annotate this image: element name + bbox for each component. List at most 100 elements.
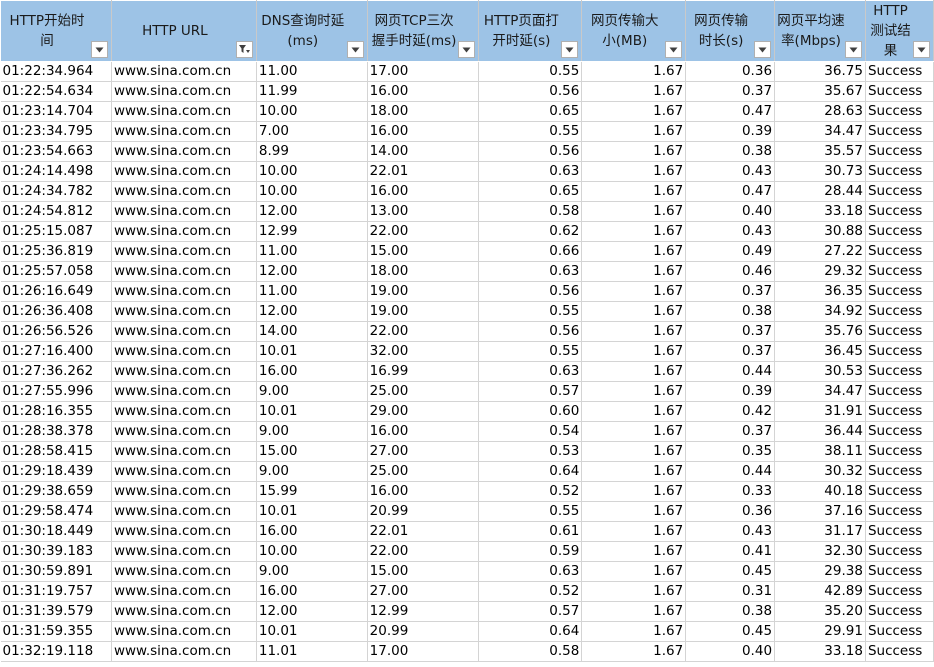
cell-page-open-delay[interactable]: 0.64	[478, 621, 583, 642]
column-header-dns-delay[interactable]: DNS查询时延(ms)	[255, 0, 368, 62]
cell-transfer-duration[interactable]: 0.37	[685, 321, 776, 342]
cell-http-url[interactable]: www.sina.com.cn	[111, 201, 257, 222]
cell-transfer-size[interactable]: 1.67	[581, 561, 687, 582]
cell-dns-delay[interactable]: 10.00	[256, 181, 368, 202]
cell-tcp-handshake-delay[interactable]: 16.00	[367, 81, 480, 102]
cell-tcp-handshake-delay[interactable]: 13.00	[367, 201, 480, 222]
cell-dns-delay[interactable]: 11.99	[256, 81, 368, 102]
cell-http-url[interactable]: www.sina.com.cn	[111, 161, 257, 182]
cell-start-time[interactable]: 01:23:54.663	[0, 141, 112, 162]
cell-tcp-handshake-delay[interactable]: 22.00	[367, 541, 480, 562]
column-header-transfer-duration[interactable]: 网页传输时长(s)	[685, 0, 776, 62]
filter-dropdown-icon[interactable]	[561, 41, 579, 58]
cell-dns-delay[interactable]: 15.00	[256, 441, 368, 462]
cell-transfer-size[interactable]: 1.67	[581, 101, 687, 122]
cell-transfer-duration[interactable]: 0.44	[685, 461, 776, 482]
cell-transfer-duration[interactable]: 0.38	[685, 601, 776, 622]
cell-transfer-size[interactable]: 1.67	[581, 421, 687, 442]
cell-dns-delay[interactable]: 11.01	[256, 641, 368, 662]
cell-start-time[interactable]: 01:31:39.579	[0, 601, 112, 622]
cell-transfer-size[interactable]: 1.67	[581, 361, 687, 382]
cell-dns-delay[interactable]: 10.01	[256, 401, 368, 422]
cell-tcp-handshake-delay[interactable]: 20.99	[367, 621, 480, 642]
cell-transfer-duration[interactable]: 0.49	[685, 241, 776, 262]
cell-test-result[interactable]: Success	[865, 481, 934, 502]
cell-page-open-delay[interactable]: 0.65	[478, 101, 583, 122]
cell-test-result[interactable]: Success	[865, 161, 934, 182]
cell-page-open-delay[interactable]: 0.53	[478, 441, 583, 462]
cell-start-time[interactable]: 01:28:16.355	[0, 401, 112, 422]
cell-avg-rate[interactable]: 36.45	[774, 341, 866, 362]
cell-dns-delay[interactable]: 11.00	[256, 281, 368, 302]
cell-http-url[interactable]: www.sina.com.cn	[111, 521, 257, 542]
cell-start-time[interactable]: 01:27:36.262	[0, 361, 112, 382]
cell-transfer-size[interactable]: 1.67	[581, 381, 687, 402]
cell-dns-delay[interactable]: 16.00	[256, 581, 368, 602]
cell-transfer-size[interactable]: 1.67	[581, 141, 687, 162]
cell-http-url[interactable]: www.sina.com.cn	[111, 581, 257, 602]
cell-tcp-handshake-delay[interactable]: 17.00	[367, 61, 480, 82]
cell-start-time[interactable]: 01:22:54.634	[0, 81, 112, 102]
cell-test-result[interactable]: Success	[865, 321, 934, 342]
cell-avg-rate[interactable]: 28.44	[774, 181, 866, 202]
cell-test-result[interactable]: Success	[865, 201, 934, 222]
cell-transfer-duration[interactable]: 0.43	[685, 521, 776, 542]
cell-http-url[interactable]: www.sina.com.cn	[111, 381, 257, 402]
cell-page-open-delay[interactable]: 0.64	[478, 461, 583, 482]
cell-avg-rate[interactable]: 37.16	[774, 501, 866, 522]
cell-test-result[interactable]: Success	[865, 521, 934, 542]
cell-transfer-duration[interactable]: 0.38	[685, 301, 776, 322]
cell-tcp-handshake-delay[interactable]: 22.00	[367, 321, 480, 342]
cell-http-url[interactable]: www.sina.com.cn	[111, 541, 257, 562]
cell-transfer-duration[interactable]: 0.40	[685, 641, 776, 662]
cell-transfer-duration[interactable]: 0.42	[685, 401, 776, 422]
cell-dns-delay[interactable]: 10.00	[256, 161, 368, 182]
cell-avg-rate[interactable]: 35.67	[774, 81, 866, 102]
cell-tcp-handshake-delay[interactable]: 25.00	[367, 461, 480, 482]
cell-test-result[interactable]: Success	[865, 61, 934, 82]
cell-page-open-delay[interactable]: 0.66	[478, 241, 583, 262]
filter-dropdown-icon[interactable]	[844, 41, 862, 58]
cell-avg-rate[interactable]: 30.32	[774, 461, 866, 482]
filter-dropdown-icon[interactable]	[346, 41, 364, 58]
cell-http-url[interactable]: www.sina.com.cn	[111, 641, 257, 662]
column-header-tcp-handshake-delay[interactable]: 网页TCP三次握手时延(ms)	[366, 0, 480, 62]
cell-transfer-duration[interactable]: 0.41	[685, 541, 776, 562]
column-header-page-open-delay[interactable]: HTTP页面打开时延(s)	[478, 0, 583, 62]
cell-start-time[interactable]: 01:29:58.474	[0, 501, 112, 522]
cell-start-time[interactable]: 01:24:54.812	[0, 201, 112, 222]
cell-transfer-duration[interactable]: 0.37	[685, 81, 776, 102]
cell-start-time[interactable]: 01:31:19.757	[0, 581, 112, 602]
cell-test-result[interactable]: Success	[865, 601, 934, 622]
cell-tcp-handshake-delay[interactable]: 32.00	[367, 341, 480, 362]
cell-start-time[interactable]: 01:27:55.996	[0, 381, 112, 402]
cell-page-open-delay[interactable]: 0.57	[478, 601, 583, 622]
cell-transfer-size[interactable]: 1.67	[581, 341, 687, 362]
cell-avg-rate[interactable]: 33.18	[774, 641, 866, 662]
cell-start-time[interactable]: 01:32:19.118	[0, 641, 112, 662]
cell-dns-delay[interactable]: 12.00	[256, 201, 368, 222]
cell-transfer-duration[interactable]: 0.45	[685, 621, 776, 642]
cell-transfer-duration[interactable]: 0.37	[685, 341, 776, 362]
cell-page-open-delay[interactable]: 0.65	[478, 181, 583, 202]
cell-tcp-handshake-delay[interactable]: 12.99	[367, 601, 480, 622]
cell-dns-delay[interactable]: 10.00	[256, 101, 368, 122]
cell-transfer-duration[interactable]: 0.43	[685, 221, 776, 242]
cell-dns-delay[interactable]: 11.00	[256, 61, 368, 82]
cell-avg-rate[interactable]: 29.38	[774, 561, 866, 582]
cell-start-time[interactable]: 01:23:14.704	[0, 101, 112, 122]
cell-test-result[interactable]: Success	[865, 81, 934, 102]
cell-transfer-size[interactable]: 1.67	[581, 601, 687, 622]
cell-avg-rate[interactable]: 29.32	[774, 261, 866, 282]
cell-tcp-handshake-delay[interactable]: 27.00	[367, 441, 480, 462]
cell-test-result[interactable]: Success	[865, 341, 934, 362]
cell-page-open-delay[interactable]: 0.63	[478, 161, 583, 182]
cell-avg-rate[interactable]: 30.88	[774, 221, 866, 242]
cell-http-url[interactable]: www.sina.com.cn	[111, 121, 257, 142]
cell-start-time[interactable]: 01:28:58.415	[0, 441, 112, 462]
cell-avg-rate[interactable]: 31.17	[774, 521, 866, 542]
cell-page-open-delay[interactable]: 0.60	[478, 401, 583, 422]
cell-transfer-duration[interactable]: 0.35	[685, 441, 776, 462]
cell-dns-delay[interactable]: 14.00	[256, 321, 368, 342]
cell-http-url[interactable]: www.sina.com.cn	[111, 341, 257, 362]
